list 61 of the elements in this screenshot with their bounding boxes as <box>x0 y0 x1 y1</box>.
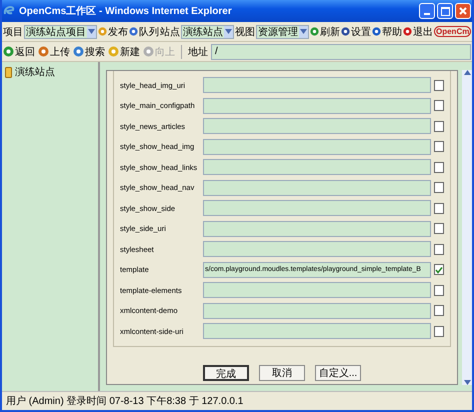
checkbox[interactable] <box>434 141 444 152</box>
close-button[interactable] <box>455 3 471 19</box>
scroll-up-icon[interactable] <box>464 70 470 75</box>
input-field[interactable] <box>203 241 431 258</box>
caret-icon <box>225 29 232 34</box>
checkbox[interactable] <box>434 162 444 173</box>
input-field[interactable] <box>203 200 431 216</box>
checkbox[interactable] <box>434 305 444 316</box>
checkbox[interactable] <box>434 244 444 255</box>
toolbar-button[interactable]: 返回 <box>3 44 35 58</box>
input-field[interactable] <box>203 180 431 196</box>
checkbox[interactable] <box>434 223 444 234</box>
toolbar-button[interactable]: 设置 <box>341 24 371 38</box>
address-label: 地址 <box>188 46 208 58</box>
dropdown[interactable]: 演练站点项目 <box>24 24 97 38</box>
toolbar-button[interactable]: 搜索 <box>73 44 105 58</box>
toolbar-button[interactable]: 队列 <box>129 24 159 38</box>
close-icon <box>459 7 467 15</box>
logo: OpenCm <box>434 26 472 37</box>
maximize-button[interactable] <box>437 3 453 19</box>
toolbar-label: 视图 <box>235 26 255 38</box>
dialog-button[interactable]: 完成 <box>203 364 249 380</box>
checkbox[interactable] <box>434 284 444 296</box>
caret-icon <box>300 29 307 34</box>
input-field[interactable] <box>203 220 431 237</box>
scroll-down-icon[interactable] <box>464 380 470 385</box>
toolbar-button[interactable]: 刷新 <box>310 24 340 38</box>
toolbar-label: 项目 <box>3 26 23 38</box>
scrollbar[interactable] <box>462 70 472 385</box>
input-field[interactable] <box>203 159 431 176</box>
checkbox[interactable] <box>434 202 444 214</box>
tree-item[interactable]: 演练站点 <box>5 65 95 79</box>
window-title: OpenCms工作区 - Windows Internet Explorer <box>19 4 232 18</box>
checkbox[interactable] <box>434 264 444 276</box>
status-bar-text: 用户 (Admin) 登录时间 07-8-13 下午8:38 于 127.0.0.1 <box>2 391 472 410</box>
input-field[interactable] <box>203 302 431 319</box>
toolbar-button[interactable]: 帮助 <box>372 24 402 38</box>
toolbar-button[interactable]: 退出 <box>403 24 433 38</box>
checkbox[interactable] <box>434 80 444 91</box>
dropdown[interactable]: 演练站点 <box>181 24 234 38</box>
checkbox[interactable] <box>434 100 444 112</box>
toolbar-button[interactable]: 发布 <box>98 24 128 38</box>
checkbox[interactable] <box>434 326 444 337</box>
dropdown[interactable]: 资源管理 <box>256 24 309 38</box>
input-field[interactable] <box>203 138 431 155</box>
input-field[interactable] <box>203 77 431 94</box>
toolbar-button[interactable]: 新建 <box>108 44 140 58</box>
input-field[interactable] <box>203 98 431 114</box>
toolbar-button[interactable]: 上传 <box>38 44 70 58</box>
browser-icon <box>3 5 15 17</box>
dialog-button[interactable]: 取消 <box>259 364 305 380</box>
dialog-button[interactable]: 自定义... <box>315 364 361 380</box>
address-field[interactable]: / <box>211 44 471 60</box>
caret-icon <box>88 29 95 34</box>
toolbar-label: 站点 <box>160 26 180 38</box>
input-field[interactable] <box>203 323 431 340</box>
input-field[interactable] <box>203 282 431 298</box>
minimize-button[interactable] <box>419 3 435 19</box>
input-field[interactable] <box>203 118 431 134</box>
checkbox[interactable] <box>434 182 444 194</box>
checkbox[interactable] <box>434 120 444 132</box>
